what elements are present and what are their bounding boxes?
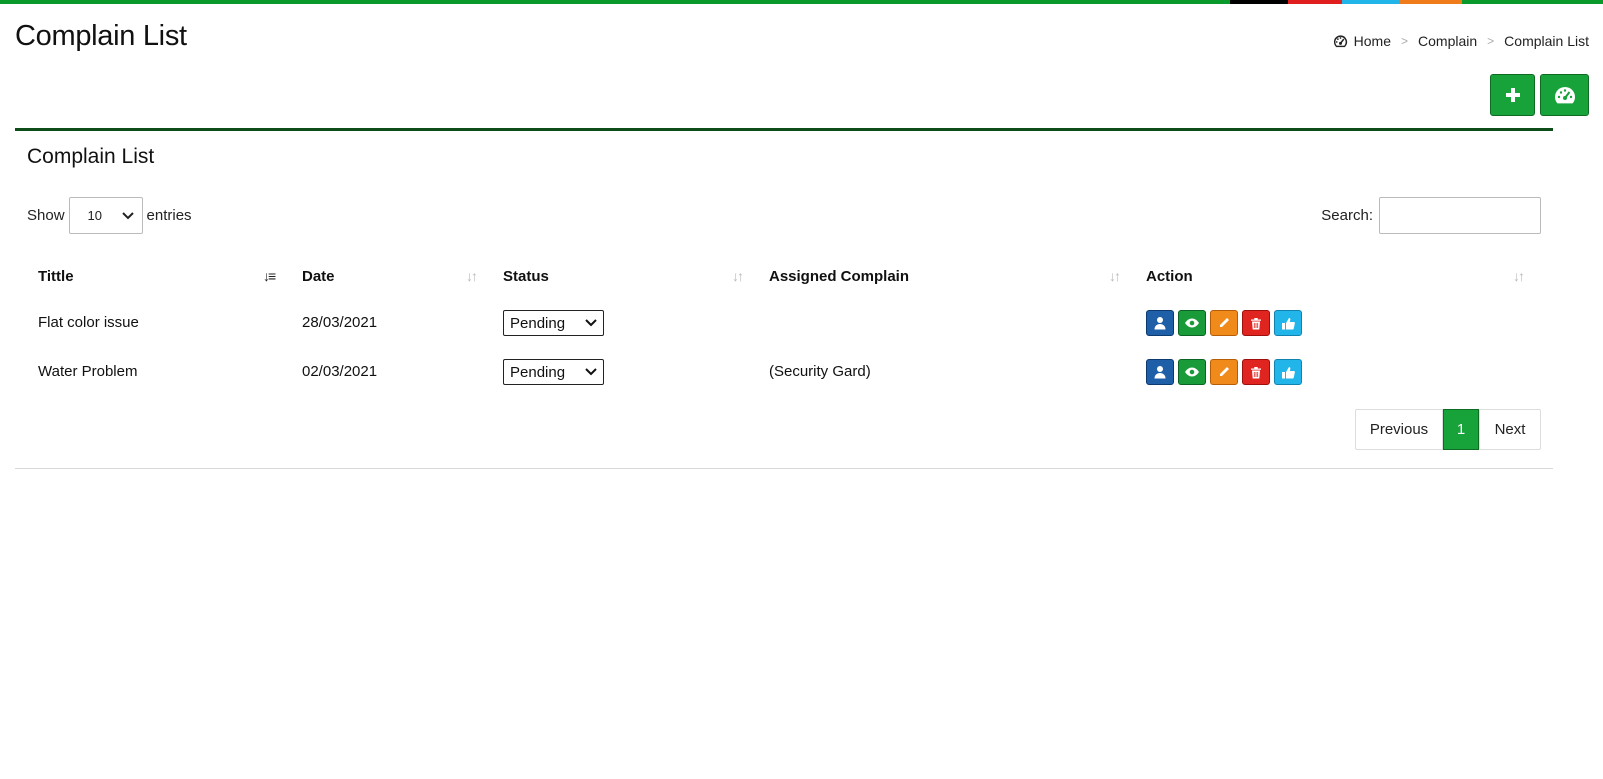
breadcrumb: Home > Complain > Complain List: [1333, 33, 1589, 49]
panel-title: Complain List: [27, 145, 155, 168]
row-actions: [1146, 359, 1302, 385]
pagination: Previous 1 Next: [1355, 409, 1541, 450]
dashboard-icon: [1333, 34, 1348, 48]
sort-icon[interactable]: ↓↑: [1513, 268, 1525, 284]
breadcrumb-home[interactable]: Home: [1354, 33, 1391, 49]
add-complain-button[interactable]: [1490, 74, 1535, 116]
pagination-previous[interactable]: Previous: [1355, 409, 1443, 450]
search-control: Search:: [1321, 197, 1541, 234]
edit-button[interactable]: [1210, 359, 1238, 385]
dashboard-button[interactable]: [1540, 74, 1589, 116]
cell-date: 28/03/2021: [302, 314, 378, 331]
status-value: Pending: [510, 363, 566, 381]
user-icon: [1154, 366, 1166, 379]
search-input[interactable]: [1379, 197, 1541, 234]
eye-icon: [1185, 318, 1199, 328]
column-header-status[interactable]: Status: [503, 268, 549, 285]
complain-list-panel: Complain List Show 10 entries Search: Ti…: [15, 128, 1553, 469]
plus-icon: [1505, 88, 1520, 102]
stripe-green: [0, 0, 1230, 4]
stripe-blue: [1342, 0, 1400, 4]
column-header-date[interactable]: Date: [302, 268, 335, 285]
view-button[interactable]: [1178, 310, 1206, 336]
entries-length-control: Show 10 entries: [27, 197, 192, 234]
status-select[interactable]: Pending: [503, 310, 604, 336]
trash-icon: [1251, 317, 1261, 329]
dashboard-icon: [1554, 87, 1575, 104]
thumbs-up-icon: [1282, 317, 1295, 329]
status-select[interactable]: Pending: [503, 359, 604, 385]
breadcrumb-separator: >: [1487, 34, 1495, 48]
status-value: Pending: [510, 314, 566, 332]
pencil-icon: [1220, 318, 1229, 327]
breadcrumb-complain[interactable]: Complain: [1418, 33, 1477, 49]
pagination-page-1[interactable]: 1: [1443, 409, 1479, 450]
delete-button[interactable]: [1242, 310, 1270, 336]
top-color-stripe: [0, 0, 1603, 4]
sort-icon[interactable]: ↓↑: [466, 268, 478, 284]
stripe-orange: [1400, 0, 1462, 4]
sort-icon[interactable]: ↓↑: [1109, 268, 1121, 284]
chevron-down-icon: [585, 319, 597, 327]
sort-icon[interactable]: ↓↑: [732, 268, 744, 284]
search-label: Search:: [1321, 207, 1373, 224]
sort-desc-icon[interactable]: ↓≡: [263, 268, 276, 284]
cell-title: Water Problem: [38, 363, 138, 380]
table-row: Flat color issue 28/03/2021 Pending: [27, 300, 1541, 349]
cell-date: 02/03/2021: [302, 363, 378, 380]
pagination-next[interactable]: Next: [1479, 409, 1541, 450]
breadcrumb-current: Complain List: [1504, 33, 1589, 49]
eye-icon: [1185, 367, 1199, 377]
breadcrumb-separator: >: [1401, 34, 1409, 48]
pencil-icon: [1220, 367, 1229, 376]
user-icon: [1154, 317, 1166, 330]
cell-assigned: (Security Gard): [769, 363, 871, 380]
entries-label: entries: [146, 207, 192, 224]
page-title: Complain List: [15, 20, 187, 52]
column-header-action[interactable]: Action: [1146, 268, 1193, 285]
cell-title: Flat color issue: [38, 314, 139, 331]
stripe-red: [1288, 0, 1342, 4]
row-actions: [1146, 310, 1302, 336]
table-row: Water Problem 02/03/2021 Pending (Securi…: [27, 349, 1541, 398]
top-actions: [1490, 74, 1589, 116]
delete-button[interactable]: [1242, 359, 1270, 385]
approve-button[interactable]: [1274, 310, 1302, 336]
stripe-black: [1230, 0, 1288, 4]
column-header-assigned[interactable]: Assigned Complain: [769, 268, 909, 285]
show-label: Show: [27, 207, 65, 224]
trash-icon: [1251, 366, 1261, 378]
approve-button[interactable]: [1274, 359, 1302, 385]
view-button[interactable]: [1178, 359, 1206, 385]
stripe-green-end: [1462, 0, 1603, 4]
column-header-title[interactable]: Tittle: [38, 268, 74, 285]
assign-button[interactable]: [1146, 310, 1174, 336]
table-header: Tittle ↓≡ Date ↓↑ Status ↓↑ Assigned Com…: [27, 256, 1541, 300]
entries-select[interactable]: 10: [68, 197, 143, 234]
complain-table: Tittle ↓≡ Date ↓↑ Status ↓↑ Assigned Com…: [27, 256, 1541, 398]
chevron-down-icon: [585, 368, 597, 376]
chevron-down-icon: [121, 211, 134, 219]
assign-button[interactable]: [1146, 359, 1174, 385]
thumbs-up-icon: [1282, 366, 1295, 378]
edit-button[interactable]: [1210, 310, 1238, 336]
entries-value: 10: [87, 208, 102, 223]
